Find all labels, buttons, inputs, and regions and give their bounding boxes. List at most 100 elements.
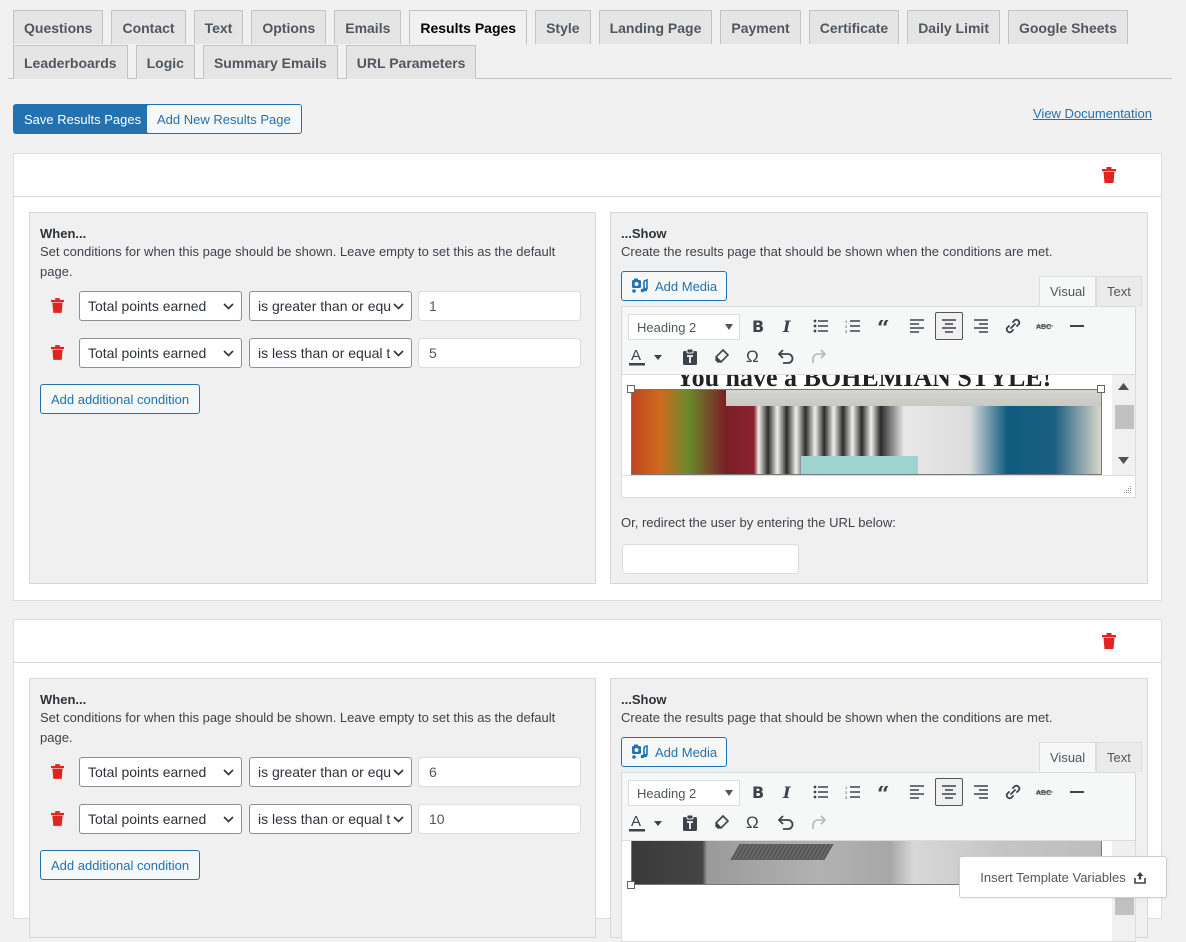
tab-certificate[interactable]: Certificate [808,10,900,44]
paste-as-text-icon[interactable] [676,342,704,370]
horizontal-line-icon[interactable] [1063,312,1091,340]
text-color-icon[interactable]: A [626,808,668,836]
save-results-pages-button[interactable]: Save Results Pages [13,104,153,134]
tab-daily-limit[interactable]: Daily Limit [907,10,1000,44]
bullet-list-icon[interactable] [807,312,835,340]
selected-value: Total points earned [88,345,207,361]
blockquote-icon[interactable]: “ [871,312,899,340]
horizontal-line-icon[interactable] [1063,778,1091,806]
editor-scrollbar[interactable] [1112,375,1135,475]
format-select[interactable]: Heading 2 [628,780,740,806]
image-resize-handle[interactable] [1097,385,1105,393]
add-media-button[interactable]: Add Media [621,737,728,767]
condition-field-select[interactable]: Total points earned [79,804,242,834]
tab-contact[interactable]: Contact [111,10,186,44]
tab-payment[interactable]: Payment [720,10,801,44]
scroll-thumb[interactable] [1115,405,1134,429]
clear-formatting-icon[interactable] [708,808,736,836]
scroll-up-arrow-icon[interactable] [1118,383,1129,390]
add-additional-condition-button[interactable]: Add additional condition [40,850,201,880]
tab-google-sheets[interactable]: Google Sheets [1007,10,1129,44]
tab-url-parameters[interactable]: URL Parameters [345,45,477,79]
scroll-down-arrow-icon[interactable] [1118,457,1129,464]
upload-icon [1133,871,1146,884]
numbered-list-icon[interactable]: 123 [839,778,867,806]
resize-grip-icon[interactable] [1123,485,1132,494]
strikethrough-icon[interactable]: ABC [1031,778,1059,806]
bold-icon[interactable]: B [744,312,772,340]
image-resize-handle[interactable] [627,881,635,889]
align-left-icon[interactable] [903,312,931,340]
numbered-list-icon[interactable]: 123 [839,312,867,340]
bullet-list-icon[interactable] [807,778,835,806]
condition-operator-select[interactable]: is less than or equal t [249,338,412,368]
text-color-icon[interactable]: A [626,342,668,370]
condition-row: Total points earned is less than or equa… [30,804,595,834]
tab-questions[interactable]: Questions [13,10,104,44]
editor-tab-visual[interactable]: Visual [1039,742,1097,772]
tab-emails[interactable]: Emails [334,10,402,44]
editor-tab-text[interactable]: Text [1096,276,1142,306]
add-additional-condition-button[interactable]: Add additional condition [40,384,201,414]
delete-condition-trash-icon[interactable] [51,764,64,782]
align-right-icon[interactable] [967,778,995,806]
delete-condition-trash-icon[interactable] [51,345,64,363]
tab-results-pages[interactable]: Results Pages [409,10,528,45]
image-resize-handle[interactable] [627,385,635,393]
editor-content[interactable]: You have a BOHEMIAN STYLE! [622,375,1135,475]
redo-icon[interactable] [804,808,832,836]
format-select[interactable]: Heading 2 [628,314,740,340]
align-right-icon[interactable] [967,312,995,340]
paste-as-text-icon[interactable] [676,808,704,836]
condition-operator-select[interactable]: is less than or equal t [249,804,412,834]
tab-summary-emails[interactable]: Summary Emails [202,45,338,79]
strikethrough-icon[interactable]: ABC [1031,312,1059,340]
clear-formatting-icon[interactable] [708,342,736,370]
redirect-url-input[interactable] [622,544,799,574]
tab-row-2: Leaderboards Logic Summary Emails URL Pa… [8,44,1172,79]
undo-icon[interactable] [772,808,800,836]
editor-tab-text[interactable]: Text [1096,742,1142,772]
condition-operator-select[interactable]: is greater than or equ [249,757,412,787]
tab-options[interactable]: Options [251,10,327,44]
view-documentation-link[interactable]: View Documentation [1033,106,1152,121]
condition-operator-select[interactable]: is greater than or equ [249,291,412,321]
link-icon[interactable] [999,312,1027,340]
redo-icon[interactable] [804,342,832,370]
delete-page-trash-icon[interactable] [1102,633,1116,652]
align-center-icon[interactable] [935,778,963,806]
add-new-results-page-button[interactable]: Add New Results Page [146,104,302,134]
italic-icon[interactable]: I [775,778,803,806]
tab-text[interactable]: Text [193,10,244,44]
link-icon[interactable] [999,778,1027,806]
condition-value-input[interactable]: 10 [418,804,581,834]
delete-condition-trash-icon[interactable] [51,811,64,829]
condition-value-input[interactable]: 5 [418,338,581,368]
editor-tab-visual[interactable]: Visual [1039,276,1097,306]
condition-field-select[interactable]: Total points earned [79,291,242,321]
blockquote-icon[interactable]: “ [871,778,899,806]
tab-landing-page[interactable]: Landing Page [598,10,713,44]
special-character-icon[interactable]: Ω [740,808,768,836]
tab-style[interactable]: Style [535,10,591,44]
tab-logic[interactable]: Logic [135,45,195,79]
bohemian-style-image[interactable] [631,389,1102,475]
undo-icon[interactable] [772,342,800,370]
delete-page-trash-icon[interactable] [1102,167,1116,186]
chevron-down-icon [223,303,234,310]
align-left-icon[interactable] [903,778,931,806]
insert-template-variables-button[interactable]: Insert Template Variables [959,856,1167,898]
add-media-button[interactable]: Add Media [621,271,728,301]
italic-icon[interactable]: I [775,312,803,340]
condition-value-input[interactable]: 6 [418,757,581,787]
bold-icon[interactable]: B [744,778,772,806]
delete-condition-trash-icon[interactable] [51,298,64,316]
special-character-icon[interactable]: Ω [740,342,768,370]
tab-leaderboards[interactable]: Leaderboards [13,45,128,79]
align-center-icon[interactable] [935,312,963,340]
selected-value: is greater than or equ [258,298,392,314]
condition-field-select[interactable]: Total points earned [79,338,242,368]
condition-field-select[interactable]: Total points earned [79,757,242,787]
condition-value-input[interactable]: 1 [418,291,581,321]
show-description: Create the results page that should be s… [621,710,1053,725]
